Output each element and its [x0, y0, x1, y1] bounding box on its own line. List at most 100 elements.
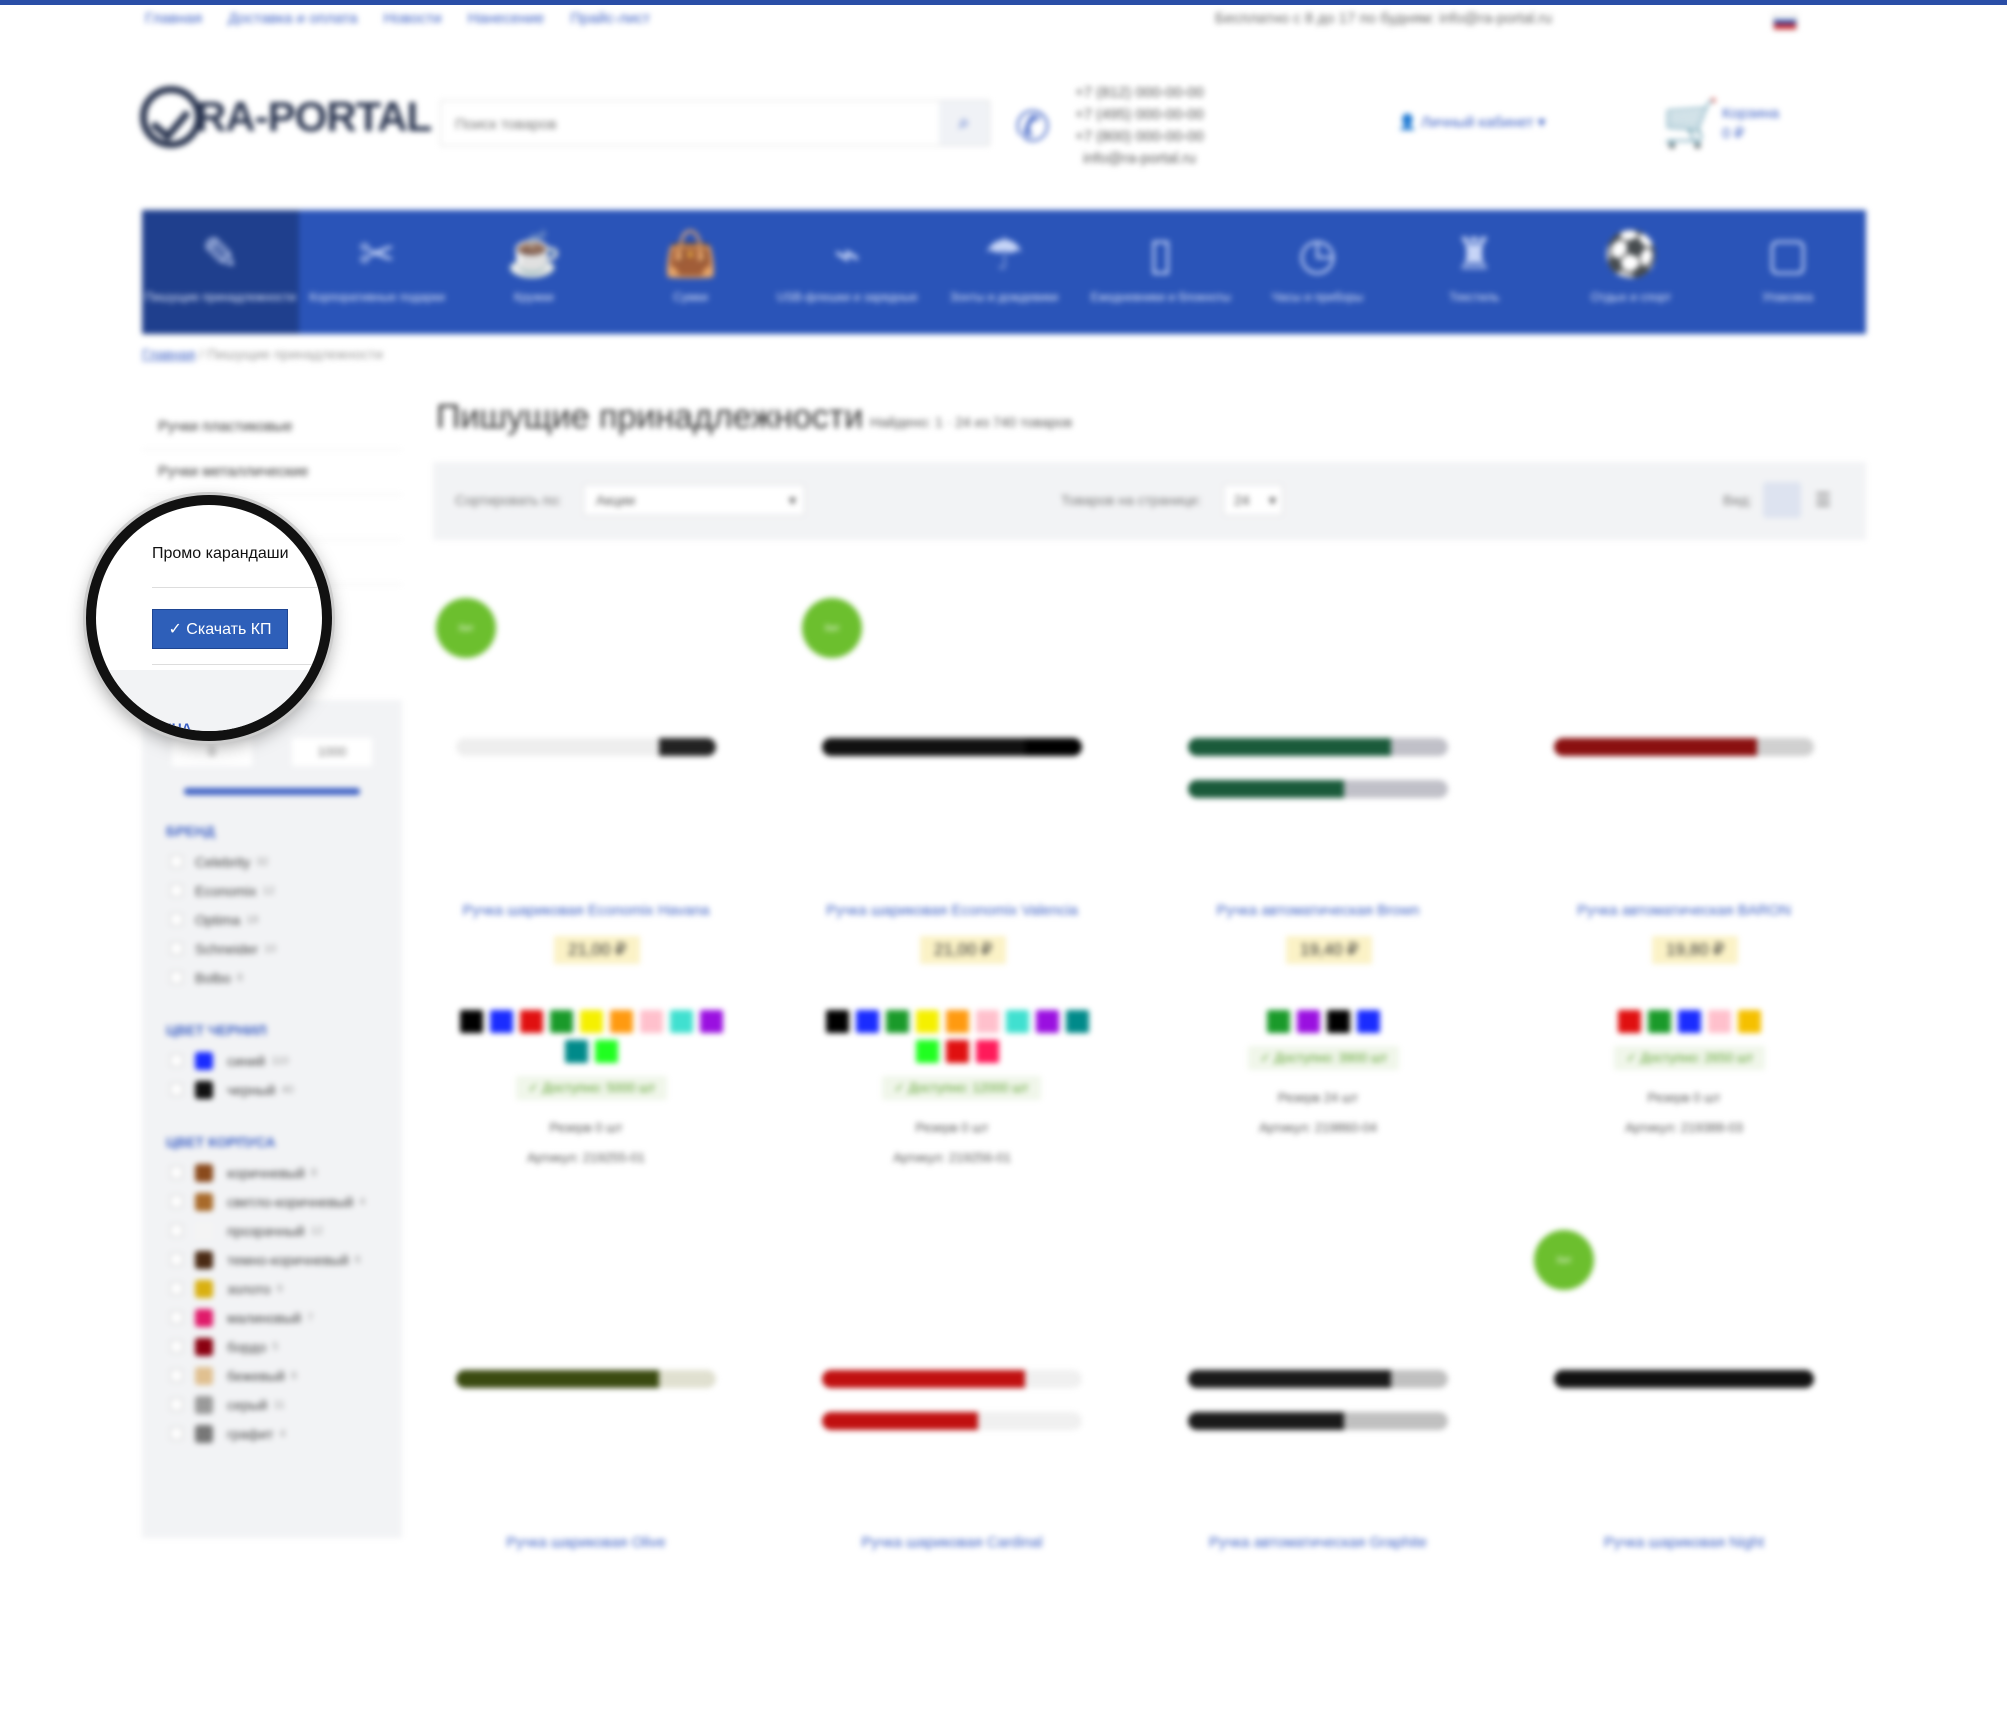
filter-checkbox[interactable]	[170, 1369, 183, 1382]
product-name[interactable]: Ручка шариковая Cardinal	[802, 1534, 1102, 1551]
filter-option[interactable]: светло-коричневый 4	[142, 1187, 402, 1216]
product-name[interactable]: Ручка шариковая Olive	[436, 1534, 736, 1551]
filter-checkbox[interactable]	[170, 1054, 183, 1067]
color-swatch[interactable]	[975, 1040, 999, 1063]
cart-icon[interactable]: 🛒	[1662, 96, 1719, 151]
filter-checkbox[interactable]	[170, 1166, 183, 1179]
color-swatch[interactable]	[1065, 1010, 1089, 1033]
filter-option[interactable]: Celebrity 32	[142, 847, 402, 876]
product-name[interactable]: Ручка автоматическая Brown	[1168, 902, 1468, 919]
language-flag-icon[interactable]	[1773, 14, 1797, 30]
account-link[interactable]: 👤 Личный кабинет ▾	[1398, 113, 1545, 131]
color-swatch[interactable]	[519, 1010, 543, 1033]
product-image[interactable]	[822, 1412, 1082, 1430]
category-item[interactable]: ♜ Текстиль	[1396, 210, 1553, 334]
filter-checkbox[interactable]	[170, 1195, 183, 1208]
color-swatch[interactable]	[579, 1010, 603, 1033]
list-view-icon[interactable]: ☰	[1815, 490, 1831, 511]
product-image[interactable]	[1188, 1370, 1448, 1388]
filter-checkbox[interactable]	[170, 1398, 183, 1411]
product-name[interactable]: Ручка шариковая Night	[1534, 1534, 1834, 1551]
top-nav-news[interactable]: Новости	[384, 10, 442, 34]
phone-3[interactable]: +7 (800) 000-00-00	[1075, 126, 1204, 148]
color-swatch[interactable]	[1296, 1010, 1320, 1033]
color-swatch[interactable]	[1035, 1010, 1059, 1033]
product-image[interactable]	[1554, 738, 1814, 756]
product-card[interactable]: Ручка шариковая Olive	[436, 1230, 736, 1730]
filter-option[interactable]: прозрачный 12	[142, 1216, 402, 1245]
filter-checkbox[interactable]	[170, 1427, 183, 1440]
product-image[interactable]	[1188, 1412, 1448, 1430]
filter-checkbox[interactable]	[170, 855, 183, 868]
filter-option[interactable]: графит 4	[142, 1419, 402, 1448]
filter-checkbox[interactable]	[170, 884, 183, 897]
search-button[interactable]: ⌕	[939, 101, 989, 145]
color-swatch[interactable]	[549, 1010, 573, 1033]
filter-checkbox[interactable]	[170, 1340, 183, 1353]
color-swatch[interactable]	[1707, 1010, 1731, 1033]
filter-checkbox[interactable]	[170, 1253, 183, 1266]
color-swatch[interactable]	[1356, 1010, 1380, 1033]
product-image[interactable]	[456, 1370, 716, 1388]
top-nav-pricelist[interactable]: Прайс-лист	[570, 10, 650, 34]
color-swatch[interactable]	[1266, 1010, 1290, 1033]
filter-option[interactable]: золото 9	[142, 1274, 402, 1303]
category-item[interactable]: ✂ Корпоративные подарки	[299, 210, 456, 334]
color-swatch[interactable]	[699, 1010, 723, 1033]
color-swatch[interactable]	[915, 1040, 939, 1063]
product-card[interactable]: Ручка автоматическая Graphite	[1168, 1230, 1468, 1730]
product-name[interactable]: Ручка шариковая Economix Havana	[436, 902, 736, 919]
phone-1[interactable]: +7 (812) 000-00-00	[1075, 82, 1204, 104]
product-image[interactable]	[456, 738, 716, 756]
product-image[interactable]	[822, 1370, 1082, 1388]
sort-select[interactable]: Акции ▾	[583, 484, 805, 516]
product-card[interactable]: Ручка автоматическая Brown 19,40 ₽ ✓ Досту…	[1168, 598, 1468, 1135]
category-item[interactable]: ⌁ USB-флешки и зарядные	[769, 210, 926, 334]
product-name[interactable]: Ручка автоматическая Graphite	[1168, 1534, 1468, 1551]
breadcrumb-home[interactable]: Главная	[142, 346, 195, 362]
price-range-slider[interactable]	[184, 788, 360, 795]
filter-option[interactable]: серый 11	[142, 1390, 402, 1419]
filter-option[interactable]: Schneider 10	[142, 934, 402, 963]
color-swatch[interactable]	[945, 1040, 969, 1063]
filter-option[interactable]: черный 40	[142, 1075, 402, 1104]
category-item[interactable]: ◷ Часы и приборы	[1239, 210, 1396, 334]
product-image[interactable]	[1188, 738, 1448, 756]
color-swatch[interactable]	[459, 1010, 483, 1033]
filter-checkbox[interactable]	[170, 971, 183, 984]
color-swatch[interactable]	[1617, 1010, 1641, 1033]
top-nav-branding[interactable]: Нанесение	[468, 10, 545, 34]
category-item[interactable]: ▢ Упаковка	[1709, 210, 1866, 334]
color-swatch[interactable]	[975, 1010, 999, 1033]
product-card[interactable]: Ручка автоматическая BARON 19,80 ₽ ✓ Досту…	[1534, 598, 1834, 1135]
color-swatch[interactable]	[609, 1010, 633, 1033]
color-swatch[interactable]	[1647, 1010, 1671, 1033]
color-swatch[interactable]	[885, 1010, 909, 1033]
price-from-input[interactable]: 0	[172, 738, 252, 766]
product-card[interactable]: Ручка шариковая Cardinal	[802, 1230, 1102, 1730]
product-card[interactable]: Хит Ручка шариковая Economix Havana 21,00 …	[436, 598, 736, 1165]
color-swatch[interactable]	[1677, 1010, 1701, 1033]
sidebar-item-promo-pencils-zoomed[interactable]: Промо карандаши	[152, 545, 289, 563]
filter-option[interactable]: Economix 12	[142, 876, 402, 905]
filter-checkbox[interactable]	[170, 1224, 183, 1237]
download-offer-button[interactable]: ✓ Скачать КП	[152, 609, 288, 649]
top-nav-home[interactable]: Главная	[145, 10, 202, 34]
filter-option[interactable]: Bolbo 8	[142, 963, 402, 992]
sidebar-item-plastic-pens[interactable]: Ручки пластиковые	[142, 405, 402, 450]
category-item[interactable]: ☂ Зонты и дождевики	[926, 210, 1083, 334]
product-image[interactable]	[1188, 780, 1448, 798]
filter-option[interactable]: Optima 18	[142, 905, 402, 934]
category-item[interactable]: ☕ Кружки	[455, 210, 612, 334]
color-swatch[interactable]	[825, 1010, 849, 1033]
product-name[interactable]: Ручка шариковая Economix Valencia	[802, 902, 1102, 919]
color-swatch[interactable]	[855, 1010, 879, 1033]
category-item[interactable]: 👜 Сумки	[612, 210, 769, 334]
color-swatch[interactable]	[1737, 1010, 1761, 1033]
product-image[interactable]	[822, 738, 1082, 756]
filter-option[interactable]: малиновый 7	[142, 1303, 402, 1332]
site-logo[interactable]: RA-PORTAL	[140, 86, 432, 148]
top-nav-delivery[interactable]: Доставка и оплата	[228, 10, 357, 34]
price-to-input[interactable]: 1000	[292, 738, 372, 766]
filter-option[interactable]: коричневый 8	[142, 1158, 402, 1187]
